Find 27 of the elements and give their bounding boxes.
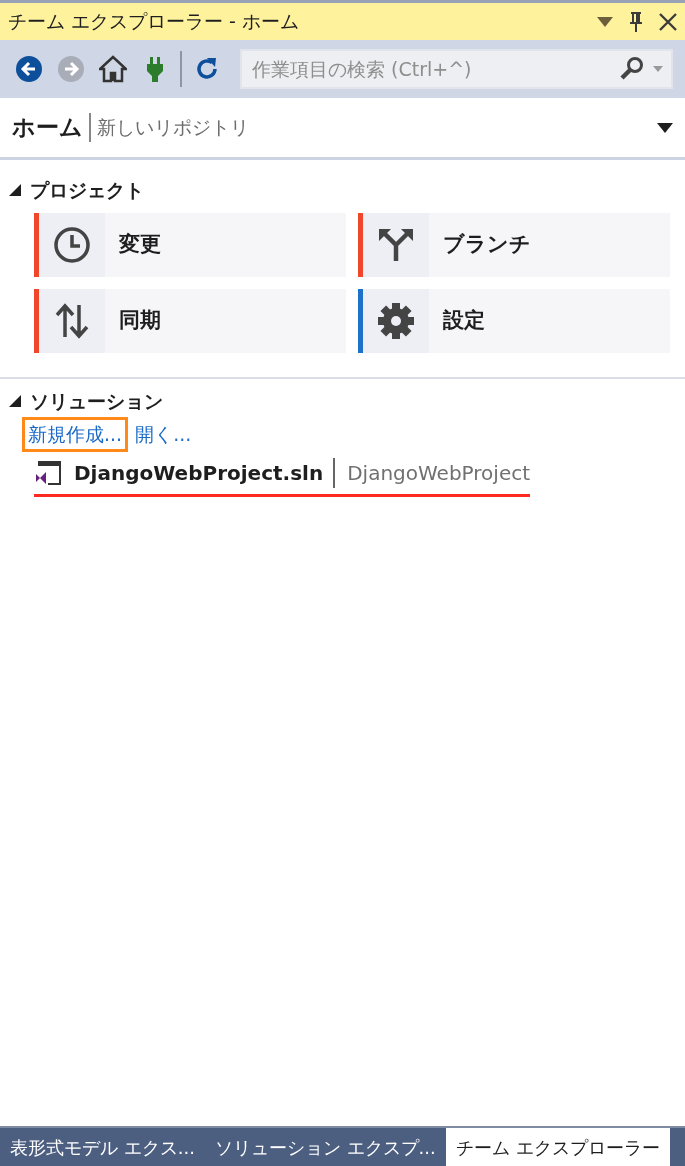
solution-folder: DjangoWebProject [333, 457, 531, 488]
tab[interactable]: ソリューション エクスプ... [204, 1128, 446, 1166]
tile-button[interactable]: 同期 [34, 288, 346, 353]
collapse-arrow-icon[interactable] [8, 183, 22, 198]
tab[interactable]: 表形式モデル エクス... [0, 1128, 205, 1166]
close-icon[interactable] [659, 12, 677, 31]
tile-button[interactable]: 設定 [358, 288, 670, 353]
link[interactable]: 開く... [132, 420, 195, 449]
tile-button[interactable]: ブランチ [358, 212, 670, 277]
collapse-arrow-icon[interactable] [8, 393, 22, 408]
repository-link[interactable]: 新しいリポジトリ [97, 116, 249, 139]
solution-name[interactable]: DjangoWebProject.sln [74, 457, 324, 488]
solution-file-icon [34, 459, 64, 486]
clock-icon [52, 224, 92, 265]
dropdown-icon[interactable] [657, 122, 673, 133]
search-icon[interactable] [619, 56, 645, 82]
section-title[interactable]: ソリューション [30, 386, 163, 415]
section-title[interactable]: プロジェクト [30, 176, 144, 205]
page-title: ホーム [12, 113, 83, 143]
home-icon[interactable] [99, 55, 127, 83]
tile-button[interactable]: 変更 [34, 212, 346, 277]
search-box[interactable]: 作業項目の検索 (Ctrl+^) [240, 49, 673, 89]
pin-icon[interactable] [629, 10, 643, 33]
window-title: チーム エクスプローラー - ホーム [8, 9, 300, 35]
link[interactable]: 新規作成... [22, 417, 129, 452]
tab[interactable]: チーム エクスプローラー [445, 1128, 670, 1166]
gear-icon [376, 300, 416, 341]
